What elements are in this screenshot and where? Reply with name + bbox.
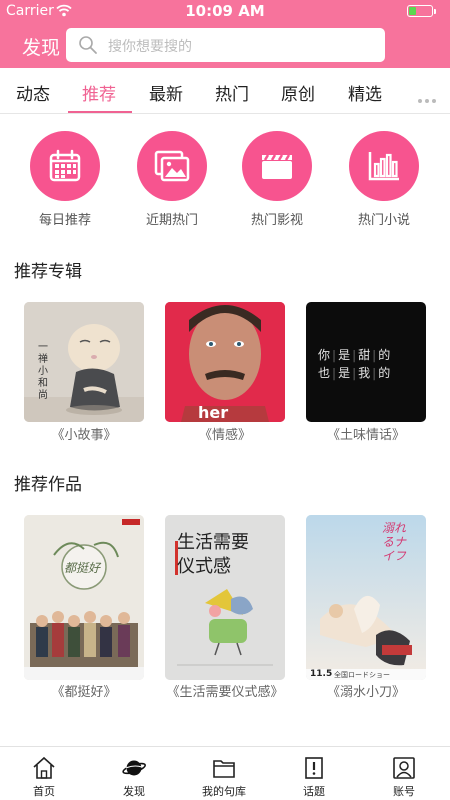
work-cover: 都挺好 bbox=[24, 515, 144, 680]
search-icon bbox=[79, 36, 97, 54]
app-header: Carrier 10:09 AM 发现 搜你想要搜的 bbox=[0, 0, 450, 68]
nav-label: 账号 bbox=[393, 785, 415, 798]
tab-zuixin[interactable]: 最新 bbox=[149, 80, 183, 105]
page-title: 发现 bbox=[22, 37, 61, 59]
cover-char: 是 bbox=[338, 348, 353, 362]
tabs-divider bbox=[0, 113, 450, 114]
nav-label: 首页 bbox=[33, 785, 55, 798]
albums-section-title: 推荐专辑 bbox=[14, 262, 82, 282]
search-input[interactable]: 搜你想要搜的 bbox=[66, 28, 385, 62]
nav-label: 发现 bbox=[123, 785, 145, 798]
bar-chart-icon bbox=[349, 131, 419, 201]
work-label: 《生活需要仪式感》 bbox=[166, 685, 284, 700]
battery-icon bbox=[407, 5, 433, 17]
quick-link-label: 每日推荐 bbox=[38, 213, 91, 228]
works-section-title: 推荐作品 bbox=[14, 475, 82, 495]
album-cover: 一禅小和尚 bbox=[24, 302, 144, 422]
cover-char: 是 bbox=[338, 366, 353, 380]
nav-label: 话题 bbox=[303, 785, 325, 798]
tab-remen[interactable]: 热门 bbox=[215, 80, 249, 105]
planet-icon bbox=[122, 760, 146, 776]
status-time: 10:09 AM bbox=[185, 2, 265, 20]
category-tabs: 动态 推荐 最新 热门 原创 精选 bbox=[0, 68, 450, 113]
album-label: 《土味情话》 bbox=[326, 428, 405, 443]
cover-char: 你 bbox=[318, 348, 333, 362]
work-cover-date: 11.5 bbox=[310, 669, 333, 679]
nav-label: 我的句库 bbox=[202, 785, 246, 798]
album-cover-title: 一禅小和尚 bbox=[38, 342, 48, 401]
album-cover-title: her bbox=[198, 403, 229, 422]
work-label: 《都挺好》 bbox=[51, 685, 117, 700]
work-cover-tagline: 全国ロードショー bbox=[334, 671, 390, 679]
quick-link-label: 热门小说 bbox=[357, 213, 410, 228]
tab-dongtai[interactable]: 动态 bbox=[16, 80, 50, 105]
quick-link-novels[interactable]: 热门小说 bbox=[349, 131, 419, 231]
bottom-nav: 首页 发现 我的句库 话题 账号 bbox=[0, 746, 450, 800]
nav-topics[interactable]: 话题 bbox=[279, 752, 349, 798]
clapperboard-icon bbox=[242, 131, 312, 201]
album-label: 《情感》 bbox=[198, 428, 251, 443]
battery-level bbox=[409, 7, 416, 15]
quick-link-label: 热门影视 bbox=[250, 213, 303, 228]
topic-icon bbox=[305, 757, 323, 779]
album-cover: 你|是|甜|的 也|是|我|的 bbox=[306, 302, 426, 422]
tab-yuanchuang[interactable]: 原创 bbox=[281, 80, 315, 105]
status-bar: Carrier 10:09 AM bbox=[0, 0, 450, 22]
quick-link-label: 近期热门 bbox=[145, 213, 198, 228]
nav-home[interactable]: 首页 bbox=[9, 752, 79, 798]
battery-cap bbox=[434, 9, 436, 14]
quick-link-recent-hot[interactable]: 近期热门 bbox=[137, 131, 207, 231]
quick-link-daily[interactable]: 每日推荐 bbox=[30, 131, 100, 231]
tab-jingxuan[interactable]: 精选 bbox=[348, 80, 382, 105]
nav-account[interactable]: 账号 bbox=[369, 752, 439, 798]
work-cover-title: 都挺好 bbox=[64, 561, 101, 575]
cover-char: 我 bbox=[358, 366, 373, 380]
home-icon bbox=[33, 756, 55, 779]
folder-icon bbox=[213, 760, 235, 778]
work-label: 《溺水小刀》 bbox=[326, 685, 405, 700]
calendar-icon bbox=[30, 131, 100, 201]
work-cover: 生活需要 仪式感 bbox=[165, 515, 285, 680]
photos-icon bbox=[137, 131, 207, 201]
cover-char: 甜 bbox=[358, 348, 373, 362]
album-cover: her bbox=[165, 302, 285, 422]
more-tabs-icon[interactable] bbox=[418, 88, 439, 107]
cover-char: 的 bbox=[378, 366, 393, 380]
cover-char: 也 bbox=[318, 366, 333, 380]
album-label: 《小故事》 bbox=[51, 428, 117, 443]
work-cover: 溺れるナイフ 11.5 全国ロードショー bbox=[306, 515, 426, 680]
nav-my-library[interactable]: 我的句库 bbox=[189, 752, 259, 798]
search-placeholder: 搜你想要搜的 bbox=[108, 39, 192, 55]
quick-link-movies[interactable]: 热门影视 bbox=[242, 131, 312, 231]
nav-discover[interactable]: 发现 bbox=[99, 752, 169, 798]
tab-tuijian[interactable]: 推荐 bbox=[82, 80, 116, 105]
account-icon bbox=[393, 757, 415, 779]
work-cover-title: 生活需要 仪式感 bbox=[177, 532, 249, 577]
cover-char: 的 bbox=[378, 348, 393, 362]
work-cover-title: 溺れるナイフ bbox=[382, 521, 407, 563]
